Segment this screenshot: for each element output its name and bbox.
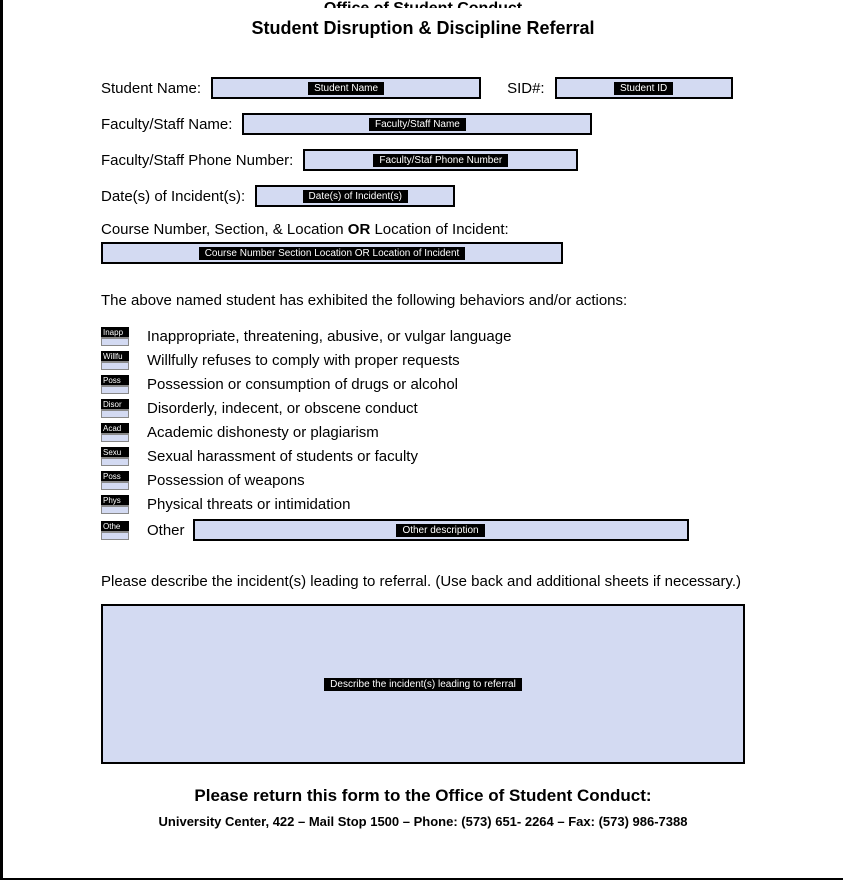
checkbox-behavior[interactable]: Sexu xyxy=(101,447,129,466)
row-student-name: Student Name: Student Name SID#: Student… xyxy=(101,77,745,99)
input-other[interactable]: Other description xyxy=(193,519,689,541)
checkbox-tag: Disor xyxy=(101,399,129,410)
placeholder-other: Other description xyxy=(396,524,484,537)
behavior-row: Poss Possession or consumption of drugs o… xyxy=(101,375,745,394)
behavior-text: Possession of weapons xyxy=(147,472,305,489)
behavior-text: Inappropriate, threatening, abusive, or … xyxy=(147,328,511,345)
checkbox-behavior[interactable]: Disor xyxy=(101,399,129,418)
checkbox-box xyxy=(101,386,129,394)
input-faculty-name[interactable]: Faculty/Staff Name xyxy=(242,113,592,135)
form-page: Office of Student Conduct Student Disrup… xyxy=(3,0,843,849)
checkbox-box xyxy=(101,410,129,418)
checkbox-other[interactable]: Othe xyxy=(101,521,129,540)
footer-title: Please return this form to the Office of… xyxy=(101,786,745,806)
checkbox-tag: Sexu xyxy=(101,447,129,458)
placeholder-student-name: Student Name xyxy=(308,82,384,95)
behavior-text: Possession or consumption of drugs or al… xyxy=(147,376,458,393)
placeholder-faculty-phone: Faculty/Staf Phone Number xyxy=(373,154,508,167)
label-faculty-phone: Faculty/Staff Phone Number: xyxy=(101,152,293,169)
checkbox-box xyxy=(101,338,129,346)
label-other: Other xyxy=(147,522,185,539)
behavior-text: Academic dishonesty or plagiarism xyxy=(147,424,379,441)
behavior-text: Physical threats or intimidation xyxy=(147,496,350,513)
behaviors-list: Inapp Inappropriate, threatening, abusive… xyxy=(101,327,745,514)
behavior-text: Sexual harassment of students or faculty xyxy=(147,448,418,465)
label-dates: Date(s) of Incident(s): xyxy=(101,188,245,205)
behaviors-intro: The above named student has exhibited th… xyxy=(101,292,745,309)
footer-address: University Center, 422 – Mail Stop 1500 … xyxy=(101,814,745,829)
behavior-row: Acad Academic dishonesty or plagiarism xyxy=(101,423,745,442)
placeholder-faculty-name: Faculty/Staff Name xyxy=(369,118,466,131)
checkbox-behavior[interactable]: Poss xyxy=(101,375,129,394)
behavior-row: Inapp Inappropriate, threatening, abusive… xyxy=(101,327,745,346)
checkbox-other-tag: Othe xyxy=(101,521,129,532)
checkbox-behavior[interactable]: Willfu xyxy=(101,351,129,370)
checkbox-tag: Poss xyxy=(101,471,129,482)
input-dates[interactable]: Date(s) of Incident(s) xyxy=(255,185,455,207)
row-dates: Date(s) of Incident(s): Date(s) of Incid… xyxy=(101,185,745,207)
checkbox-box xyxy=(101,506,129,514)
checkbox-box xyxy=(101,458,129,466)
row-course: Course Number, Section, & Location OR Lo… xyxy=(101,221,745,264)
behavior-row: Sexu Sexual harassment of students or fac… xyxy=(101,447,745,466)
label-sid: SID#: xyxy=(507,80,545,97)
checkbox-box xyxy=(101,362,129,370)
checkbox-tag: Phys xyxy=(101,495,129,506)
row-other: Othe Other Other description xyxy=(101,519,745,541)
checkbox-box xyxy=(101,482,129,490)
placeholder-dates: Date(s) of Incident(s) xyxy=(303,190,408,203)
input-sid[interactable]: Student ID xyxy=(555,77,733,99)
input-faculty-phone[interactable]: Faculty/Staf Phone Number xyxy=(303,149,578,171)
describe-label: Please describe the incident(s) leading … xyxy=(101,571,745,592)
placeholder-sid: Student ID xyxy=(614,82,673,95)
behavior-row: Disor Disorderly, indecent, or obscene co… xyxy=(101,399,745,418)
label-faculty-name: Faculty/Staff Name: xyxy=(101,116,232,133)
placeholder-course: Course Number Section Location OR Locati… xyxy=(199,247,466,260)
checkbox-behavior[interactable]: Inapp xyxy=(101,327,129,346)
behavior-row: Willfu Willfully refuses to comply with p… xyxy=(101,351,745,370)
checkbox-behavior[interactable]: Phys xyxy=(101,495,129,514)
checkbox-tag: Poss xyxy=(101,375,129,386)
other-inline: Other Other description xyxy=(147,519,745,541)
row-faculty-phone: Faculty/Staff Phone Number: Faculty/Staf… xyxy=(101,149,745,171)
checkbox-behavior[interactable]: Acad xyxy=(101,423,129,442)
checkbox-tag: Acad xyxy=(101,423,129,434)
input-student-name[interactable]: Student Name xyxy=(211,77,481,99)
behavior-text: Willfully refuses to comply with proper … xyxy=(147,352,460,369)
input-describe[interactable]: Describe the incident(s) leading to refe… xyxy=(101,604,745,764)
label-course: Course Number, Section, & Location OR Lo… xyxy=(101,221,745,238)
input-course[interactable]: Course Number Section Location OR Locati… xyxy=(101,242,563,264)
checkbox-other-box xyxy=(101,532,129,540)
placeholder-describe: Describe the incident(s) leading to refe… xyxy=(324,678,522,691)
office-header: Office of Student Conduct xyxy=(101,0,745,8)
checkbox-behavior[interactable]: Poss xyxy=(101,471,129,490)
row-faculty-name: Faculty/Staff Name: Faculty/Staff Name xyxy=(101,113,745,135)
checkbox-tag: Willfu xyxy=(101,351,129,362)
label-student-name: Student Name: xyxy=(101,80,201,97)
behavior-row: Phys Physical threats or intimidation xyxy=(101,495,745,514)
form-title: Student Disruption & Discipline Referral xyxy=(101,18,745,39)
behavior-row: Poss Possession of weapons xyxy=(101,471,745,490)
checkbox-box xyxy=(101,434,129,442)
checkbox-tag: Inapp xyxy=(101,327,129,338)
behavior-text: Disorderly, indecent, or obscene conduct xyxy=(147,400,418,417)
